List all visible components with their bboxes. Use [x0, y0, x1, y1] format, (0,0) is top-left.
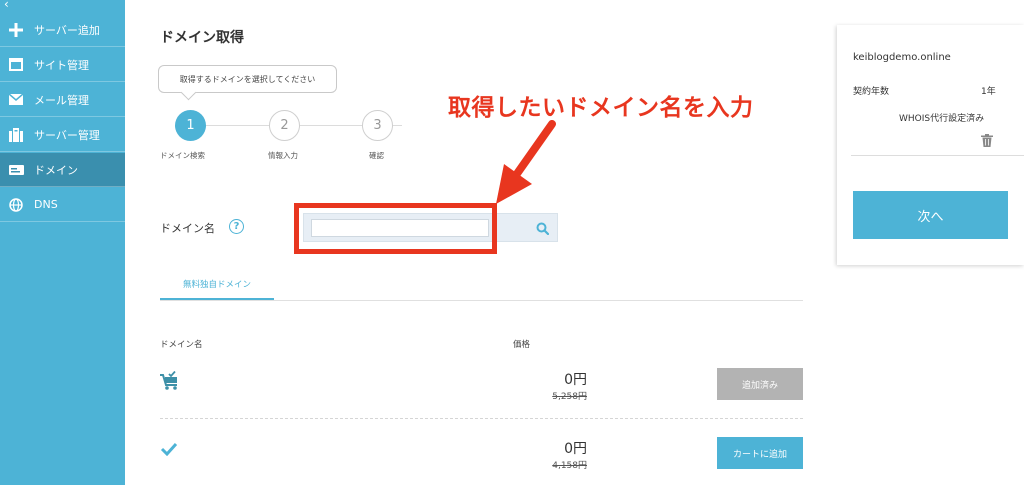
mail-icon [8, 92, 24, 108]
cart-divider [851, 155, 1024, 156]
sidebar-item-dns[interactable]: DNS [0, 188, 125, 222]
step-1-label: ドメイン検索 [160, 151, 205, 160]
step-1-circle: 1 [175, 110, 206, 141]
contract-term-label: 契約年数 [853, 87, 890, 97]
check-icon [160, 442, 178, 456]
step-3-label: 確認 [369, 151, 384, 160]
back-chevron-icon[interactable]: ‹ [4, 0, 9, 11]
tab-divider [160, 300, 803, 301]
add-to-cart-button[interactable]: カートに追加 [717, 437, 803, 469]
domain-icon [8, 162, 24, 178]
next-button[interactable]: 次へ [853, 191, 1008, 239]
sidebar-item-label: メール管理 [34, 93, 89, 107]
original-price: 5,258円 [552, 392, 587, 402]
whois-status: WHOIS代行設定済み [899, 114, 985, 124]
sidebar-item-mail-manage[interactable]: メール管理 [0, 83, 125, 117]
window-icon [8, 57, 24, 73]
original-price: 4,158円 [552, 461, 587, 471]
step-3-circle: 3 [362, 110, 393, 141]
step-2-circle: 2 [269, 110, 300, 141]
sidebar-item-site-manage[interactable]: サイト管理 [0, 48, 125, 82]
sidebar-item-server-add[interactable]: サーバー追加 [0, 13, 125, 47]
search-icon[interactable] [533, 219, 551, 237]
step-2-label: 情報入力 [268, 151, 298, 160]
contract-term-value: 1年 [981, 87, 996, 97]
annotation-callout-text: 取得したいドメイン名を入力 [448, 95, 754, 121]
sidebar-item-label: サイト管理 [34, 58, 89, 72]
step-tooltip: 取得するドメインを選択してください [158, 65, 337, 93]
help-icon[interactable]: ? [229, 219, 244, 234]
column-header-domain: ドメイン名 [160, 340, 203, 350]
trash-icon[interactable] [981, 132, 993, 151]
plus-icon [8, 22, 24, 38]
sidebar-item-server-manage[interactable]: サーバー管理 [0, 118, 125, 152]
added-button: 追加済み [717, 368, 803, 400]
server-icon [8, 127, 24, 143]
sidebar-item-label: DNS [34, 198, 58, 211]
cart-panel: keiblogdemo.online 契約年数 1年 WHOIS代行設定済み 次… [837, 25, 1024, 265]
page-title: ドメイン取得 [160, 30, 244, 46]
sidebar: ‹ サーバー追加 サイト管理 メール管理 サーバー管理 ドメイン DNS [0, 0, 125, 485]
sidebar-item-label: ドメイン [34, 163, 78, 177]
price: 0円 [564, 372, 587, 388]
sidebar-item-domain[interactable]: ドメイン [0, 153, 125, 187]
cart-check-icon [159, 371, 181, 391]
row-divider [160, 418, 803, 419]
tab-free-domain[interactable]: 無料独自ドメイン [160, 270, 274, 300]
column-header-price: 価格 [513, 340, 531, 350]
globe-icon [8, 197, 24, 213]
annotation-arrow-icon [496, 120, 556, 204]
sidebar-item-label: サーバー追加 [34, 23, 100, 37]
sidebar-item-label: サーバー管理 [34, 128, 100, 142]
price: 0円 [564, 441, 587, 457]
annotation-highlight-box [294, 203, 497, 254]
domain-name-label: ドメイン名 [160, 222, 215, 235]
cart-domain-name: keiblogdemo.online [853, 52, 951, 63]
